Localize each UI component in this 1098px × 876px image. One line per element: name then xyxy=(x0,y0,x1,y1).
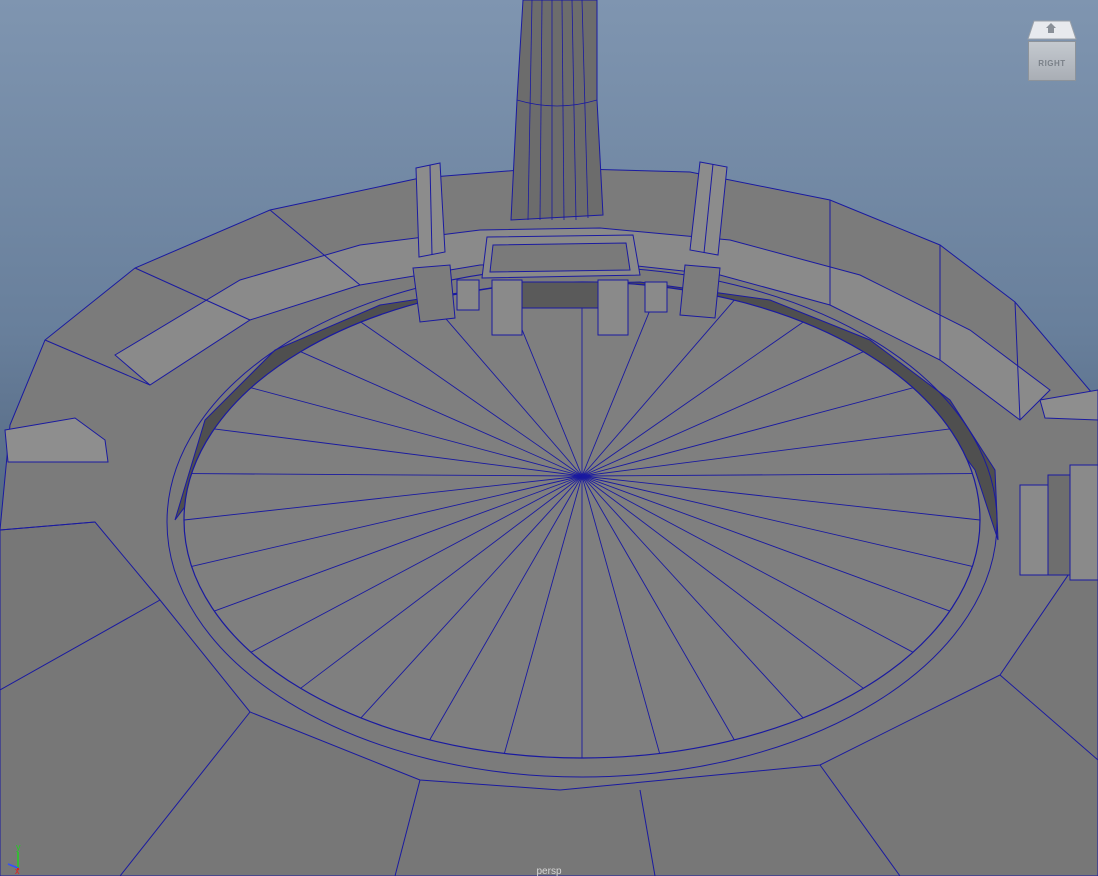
viewcube-top xyxy=(1027,20,1077,40)
arena-model[interactable] xyxy=(0,0,1098,876)
central-tower xyxy=(510,0,604,221)
perspective-viewport[interactable]: RIGHT y x persp xyxy=(0,0,1098,876)
axis-y-label: y xyxy=(16,842,21,852)
camera-name-label: persp xyxy=(536,866,562,876)
viewcube[interactable]: RIGHT xyxy=(1026,19,1078,83)
viewcube-face-label: RIGHT xyxy=(1038,59,1066,68)
viewcube-face[interactable]: RIGHT xyxy=(1028,41,1076,81)
